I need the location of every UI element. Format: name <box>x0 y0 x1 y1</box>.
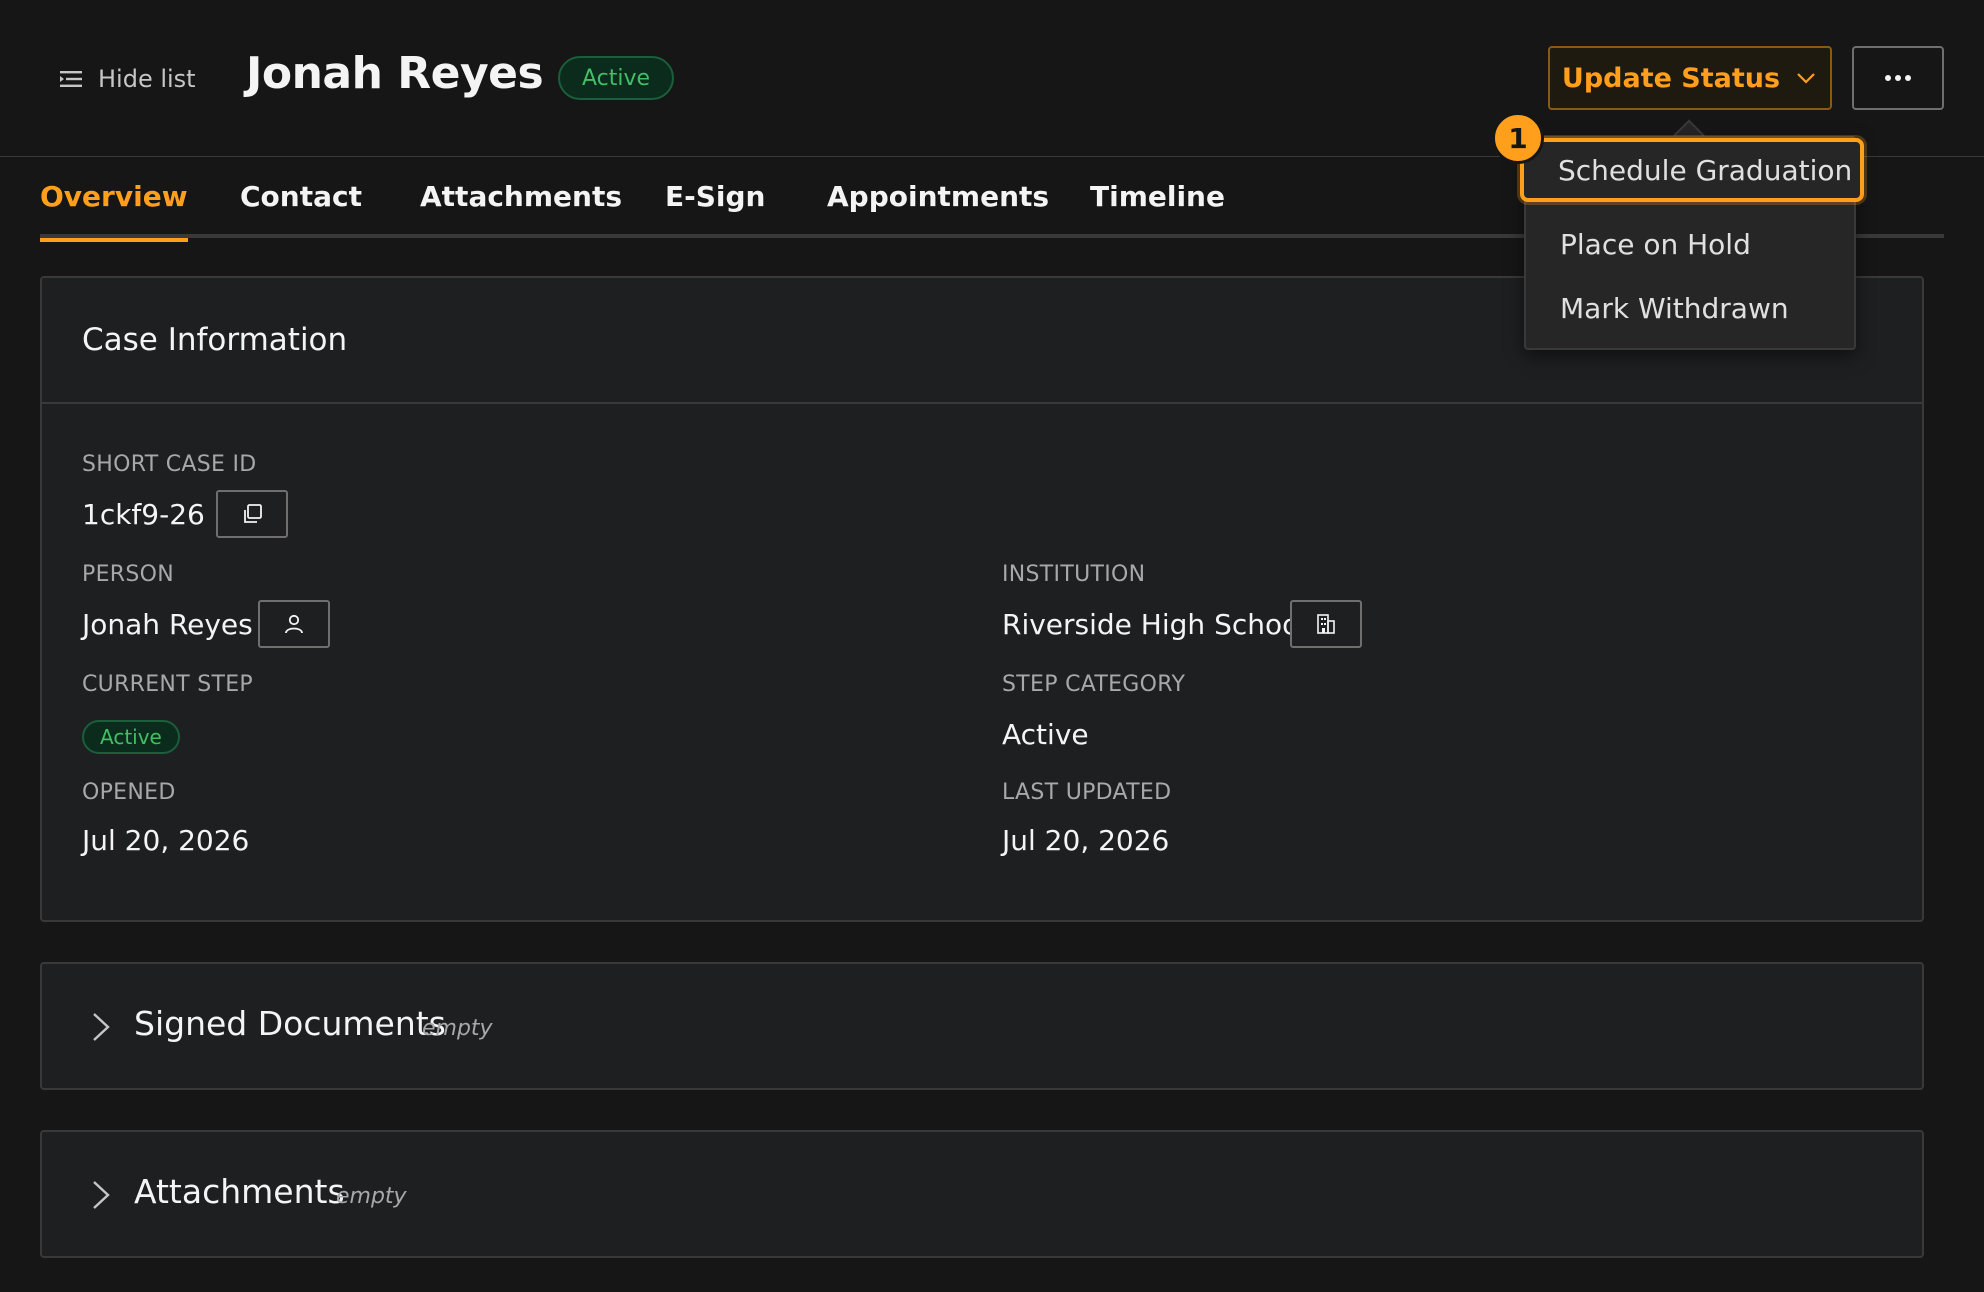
copy-icon <box>244 504 262 523</box>
menu-item-place-on-hold[interactable]: Place on Hold <box>1526 212 1854 276</box>
institution-value: Riverside High School <box>1002 608 1308 641</box>
step-category-value: Active <box>1002 718 1089 751</box>
chevron-right-icon <box>93 1013 110 1041</box>
tab-appointments[interactable]: Appointments <box>827 180 1049 238</box>
tab-contact[interactable]: Contact <box>240 180 362 238</box>
tab-overview[interactable]: Overview <box>40 180 188 242</box>
last-updated-label: LAST UPDATED <box>1002 780 1172 805</box>
step-category-label: STEP CATEGORY <box>1002 672 1186 697</box>
signed-documents-section[interactable]: Signed Documents empty <box>40 962 1924 1090</box>
short-case-id-label: SHORT CASE ID <box>82 452 257 477</box>
chevron-down-icon <box>1797 73 1815 84</box>
attachments-title: Attachments <box>134 1172 345 1211</box>
case-detail-page: Hide list Jonah Reyes Active Update Stat… <box>0 0 1984 1292</box>
hide-list-label: Hide list <box>98 65 196 93</box>
user-icon <box>285 614 303 634</box>
person-value: Jonah Reyes <box>82 608 253 641</box>
more-options-button[interactable] <box>1852 46 1944 110</box>
update-status-label: Update Status <box>1561 62 1781 94</box>
institution-label: INSTITUTION <box>1002 562 1146 587</box>
person-label: PERSON <box>82 562 174 587</box>
view-person-button[interactable] <box>258 600 330 648</box>
hamburger-list-icon <box>60 71 82 87</box>
current-step-badge: Active <box>82 720 180 754</box>
update-status-menu: Schedule Graduation Place on Hold Mark W… <box>1520 136 1864 350</box>
overflow-menu-icon <box>1885 75 1911 81</box>
building-icon <box>1317 614 1335 634</box>
tab-timeline[interactable]: Timeline <box>1090 180 1225 238</box>
short-case-id-value: 1ckf9-26 <box>82 498 205 531</box>
view-institution-button[interactable] <box>1290 600 1362 648</box>
update-status-button[interactable]: Update Status <box>1548 46 1832 110</box>
opened-value: Jul 20, 2026 <box>82 824 250 857</box>
opened-label: OPENED <box>82 780 176 805</box>
signed-documents-empty-label: empty <box>422 1016 493 1041</box>
hide-list-button[interactable]: Hide list <box>58 62 196 96</box>
attachments-empty-label: empty <box>336 1184 407 1209</box>
page-title: Jonah Reyes <box>246 48 544 99</box>
case-information-card: Case Information SHORT CASE ID 1ckf9-26 … <box>40 276 1924 922</box>
signed-documents-title: Signed Documents <box>134 1004 446 1043</box>
tab-attachments[interactable]: Attachments <box>420 180 622 238</box>
menu-item-mark-withdrawn[interactable]: Mark Withdrawn <box>1526 276 1854 340</box>
menu-item-schedule-graduation[interactable]: Schedule Graduation <box>1520 138 1864 202</box>
step-number-marker: 1 <box>1492 112 1544 164</box>
case-information-title: Case Information <box>82 322 348 358</box>
attachments-section[interactable]: Attachments empty <box>40 1130 1924 1258</box>
status-badge: Active <box>558 56 675 100</box>
current-step-label: CURRENT STEP <box>82 672 253 697</box>
last-updated-value: Jul 20, 2026 <box>1002 824 1170 857</box>
tab-e-sign[interactable]: E-Sign <box>665 180 766 238</box>
copy-case-id-button[interactable] <box>216 490 288 538</box>
chevron-right-icon <box>93 1181 110 1209</box>
